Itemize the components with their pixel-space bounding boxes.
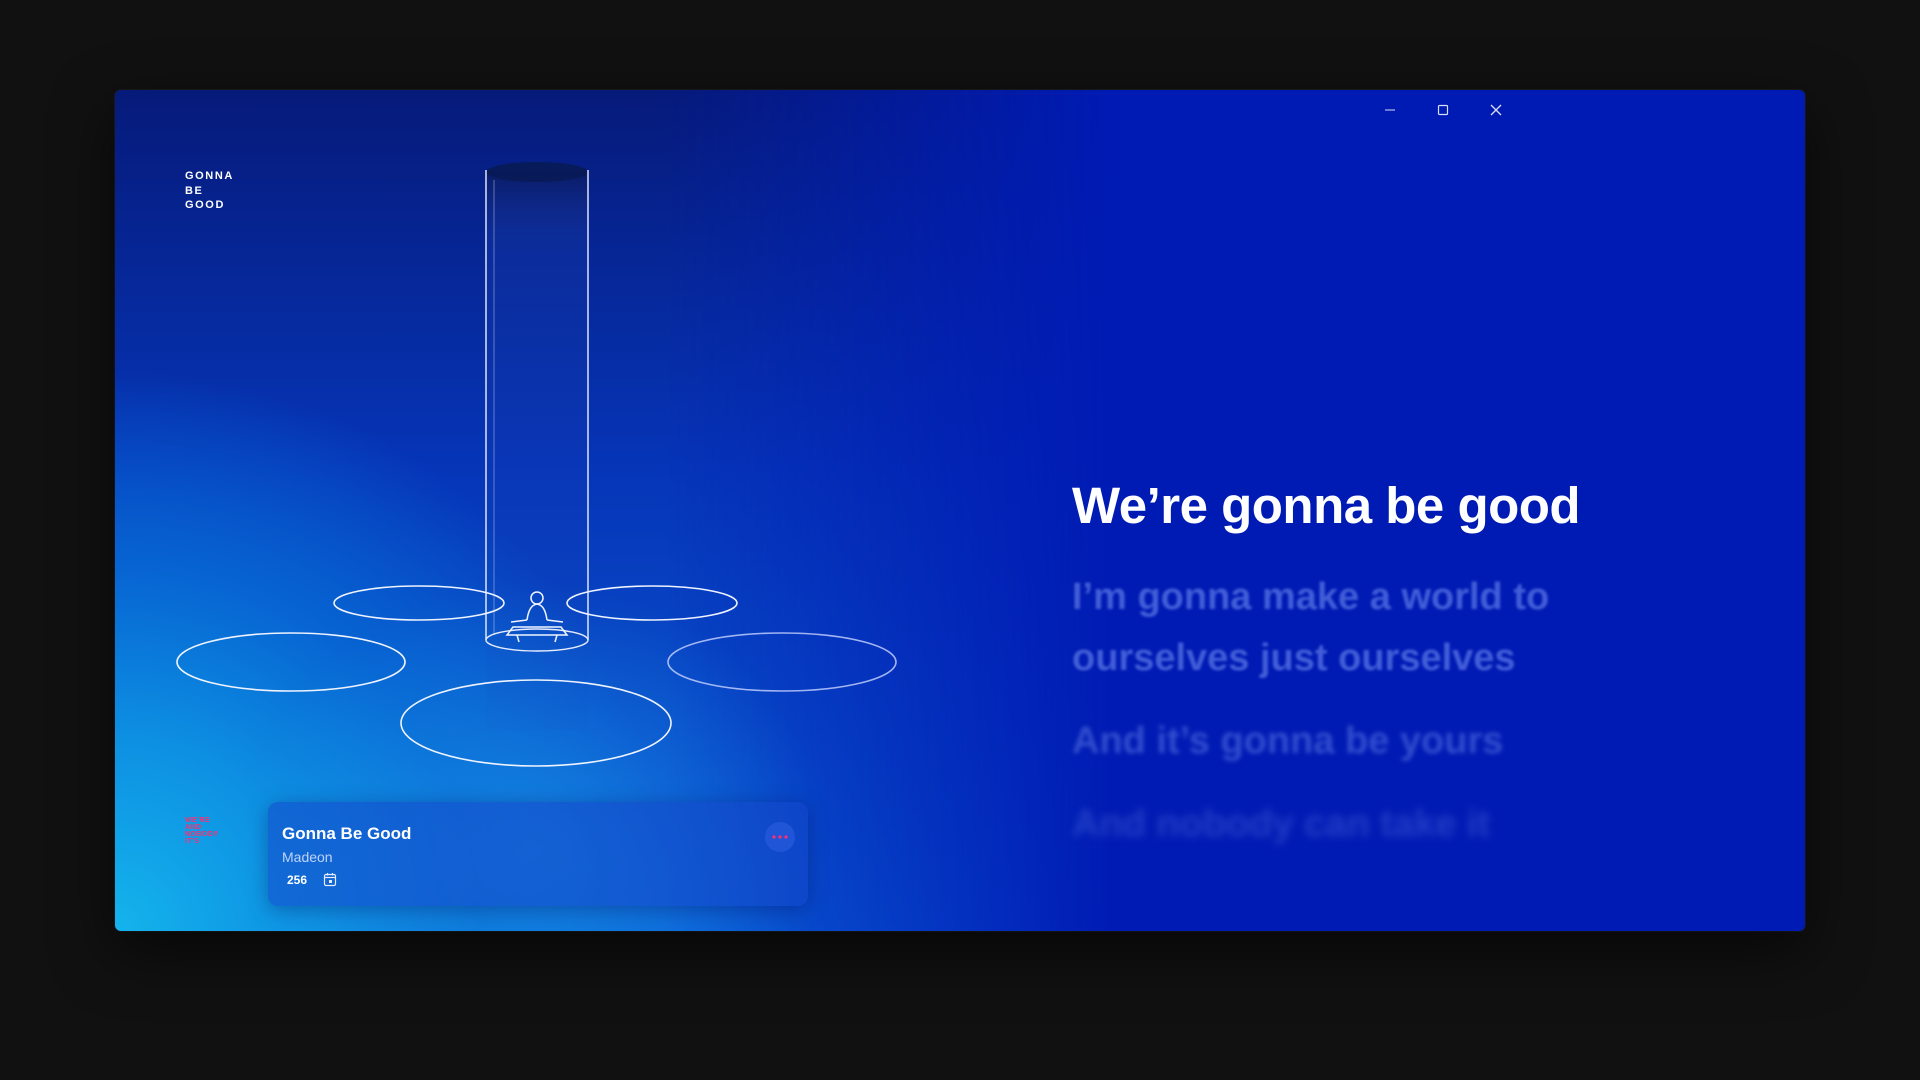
mini-lyric-line: AND bbox=[185, 824, 202, 831]
mini-lyric-line: WE'RE bbox=[185, 817, 211, 824]
calendar-icon bbox=[323, 873, 337, 887]
play-count: 256 bbox=[287, 873, 308, 887]
track-title: Gonna Be Good bbox=[282, 824, 412, 843]
maximize-button[interactable] bbox=[1423, 98, 1463, 122]
light-tube bbox=[485, 162, 589, 730]
lyrics-panel: We’re gonna be good I’m gonna make a wor… bbox=[1072, 475, 1692, 877]
artist-name[interactable]: Madeon bbox=[282, 849, 333, 865]
maximize-icon bbox=[1437, 104, 1449, 116]
more-options-button[interactable] bbox=[765, 822, 795, 852]
close-icon bbox=[1490, 104, 1502, 116]
upcoming-lyric-line[interactable]: And nobody can take it bbox=[1072, 794, 1692, 855]
mini-lyric-line: IT'S bbox=[185, 838, 200, 845]
minimize-icon bbox=[1385, 109, 1395, 111]
more-options-icon bbox=[772, 835, 788, 839]
upcoming-lyric-line[interactable]: I’m gonna make a world to ourselves just… bbox=[1072, 567, 1692, 689]
now-playing-card[interactable]: Gonna Be Good Madeon 256 bbox=[268, 802, 808, 906]
app-window: GONNA BE GOOD WE'RE AND NOBODY IT'S Gonn… bbox=[115, 90, 1805, 931]
upcoming-lyric-line[interactable]: And it’s gonna be yours bbox=[1072, 711, 1692, 772]
close-button[interactable] bbox=[1476, 98, 1516, 122]
mini-lyric-line: NOBODY bbox=[185, 831, 219, 838]
minimize-button[interactable] bbox=[1370, 98, 1410, 122]
current-lyric-line[interactable]: We’re gonna be good bbox=[1072, 475, 1692, 537]
mini-lyrics-text: WE'RE AND NOBODY IT'S bbox=[185, 817, 219, 845]
